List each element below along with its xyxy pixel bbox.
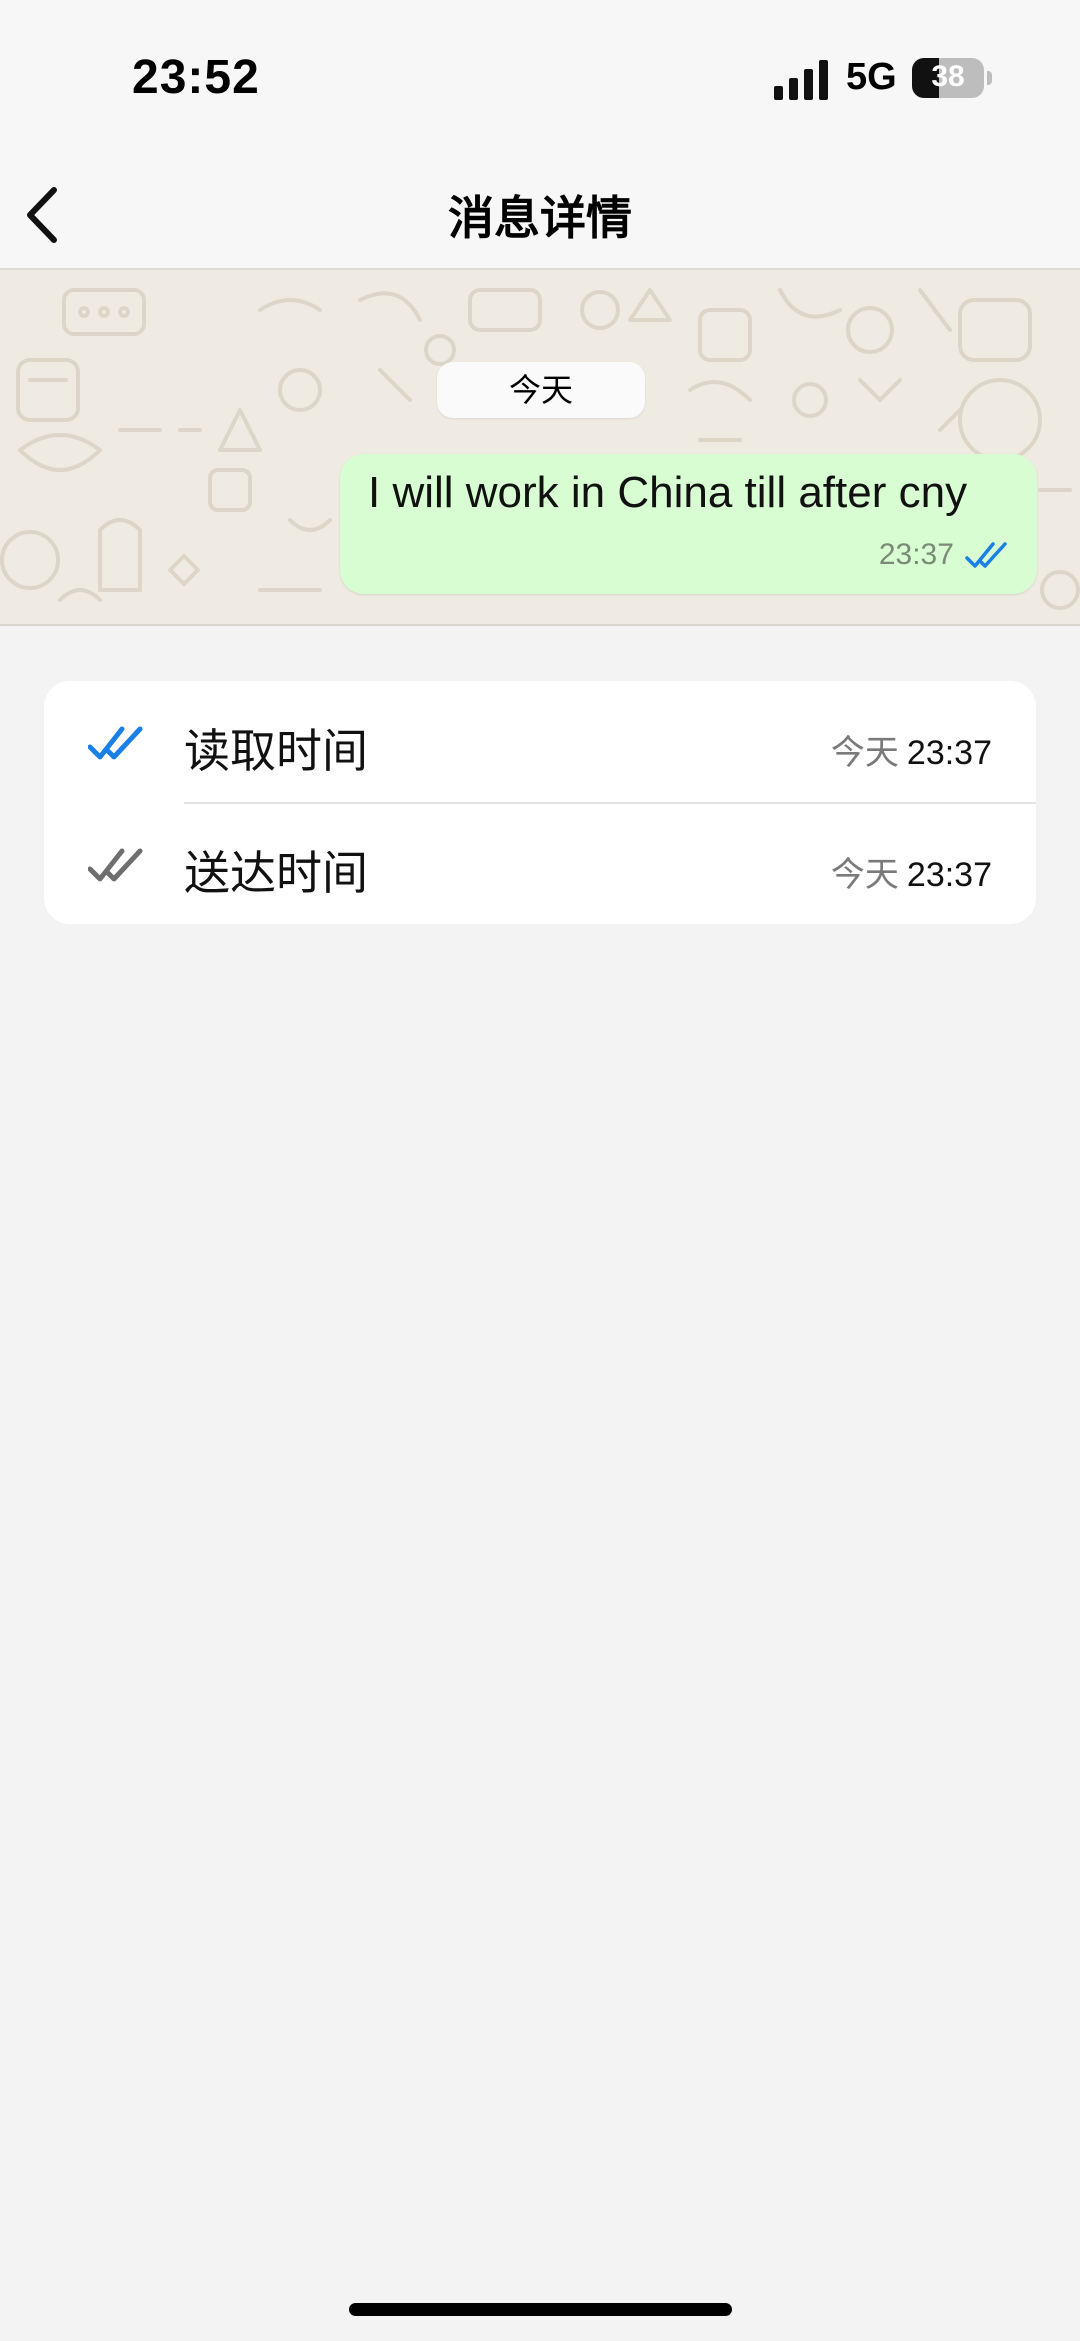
delivered-time: 23:37 bbox=[906, 856, 992, 894]
date-separator: 今天 bbox=[437, 362, 645, 418]
read-time: 23:37 bbox=[906, 734, 992, 772]
double-check-blue-icon bbox=[88, 726, 143, 760]
delivered-time-label: 送达时间 bbox=[184, 846, 368, 900]
delivered-time-value: 今天 23:37 bbox=[831, 847, 992, 896]
message-time: 23:37 bbox=[878, 538, 954, 571]
message-meta: 23:37 bbox=[879, 538, 1009, 578]
page-title: 消息详情 bbox=[448, 191, 632, 245]
read-time-value: 今天 23:37 bbox=[831, 725, 992, 774]
receipts-card: 读取时间 今天 23:37 送达时间 今天 23:37 bbox=[44, 681, 1036, 924]
read-receipt-row: 读取时间 今天 23:37 bbox=[44, 681, 1036, 802]
double-check-read-icon bbox=[965, 542, 1007, 568]
delivered-day: 今天 bbox=[830, 855, 899, 895]
status-time: 23:52 bbox=[132, 51, 260, 104]
read-day: 今天 bbox=[830, 733, 899, 773]
nav-bar: 消息详情 bbox=[0, 160, 1080, 270]
cellular-signal-icon bbox=[774, 60, 828, 100]
message-text: I will work in China till after cny bbox=[368, 468, 968, 517]
battery-icon: 38 bbox=[912, 58, 992, 98]
home-indicator[interactable] bbox=[349, 2303, 732, 2316]
status-bar: 23:52 5G 38 bbox=[0, 0, 1080, 160]
read-time-label: 读取时间 bbox=[184, 724, 368, 778]
message-bubble[interactable]: I will work in China till after cny 23:3… bbox=[340, 454, 1037, 594]
network-type: 5G bbox=[846, 56, 897, 98]
double-check-gray-icon bbox=[88, 848, 143, 882]
battery-percent: 38 bbox=[931, 60, 965, 93]
chat-preview: 今天 I will work in China till after cny 2… bbox=[0, 270, 1080, 626]
delivered-receipt-row: 送达时间 今天 23:37 bbox=[44, 803, 1036, 924]
